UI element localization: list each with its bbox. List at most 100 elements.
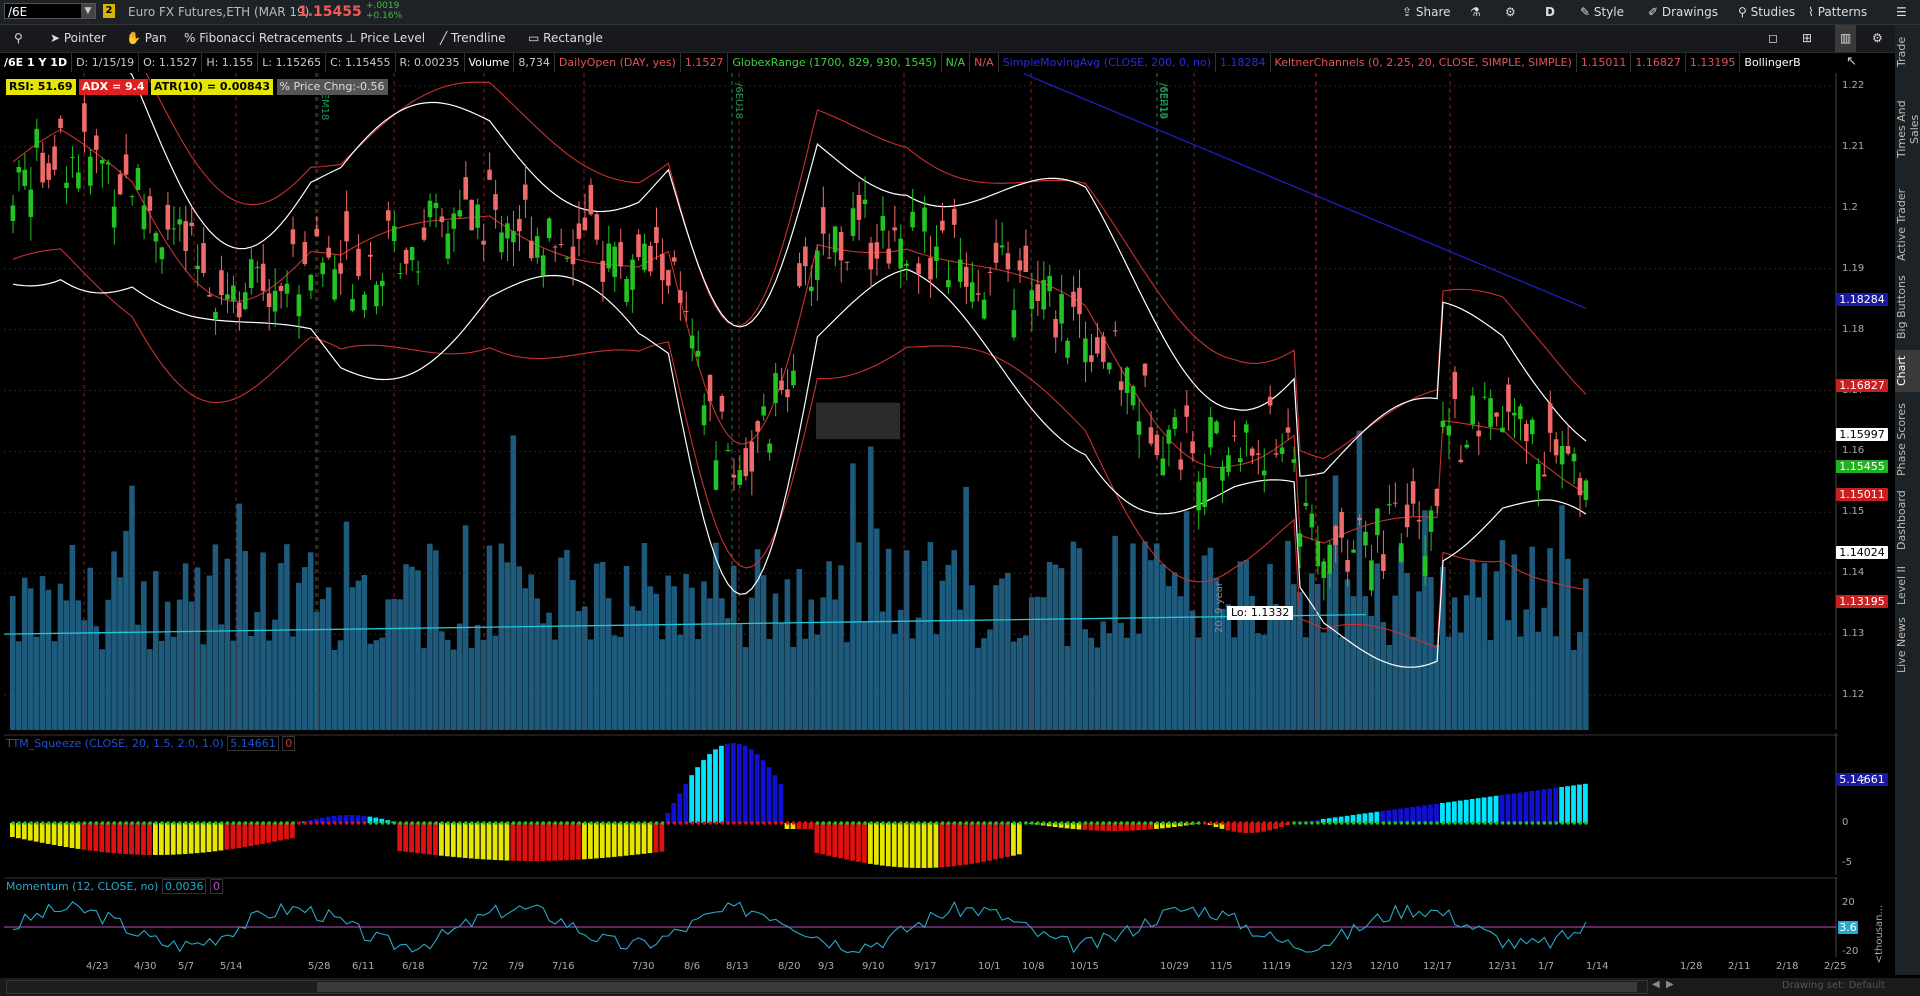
sma-study[interactable]: SimpleMovingAvg (CLOSE, 200, 0, no) — [999, 53, 1217, 72]
side-tab-phase-scores[interactable]: Phase Scores — [1895, 400, 1920, 480]
globex-na-2: N/A — [970, 53, 999, 72]
candle-body — [374, 284, 379, 307]
candle-body — [403, 249, 409, 264]
candle-body — [1160, 458, 1166, 476]
candle-body — [1255, 453, 1261, 455]
squeeze-dot — [577, 821, 581, 825]
volume-bar — [1034, 596, 1041, 730]
globex-na-1: N/A — [942, 53, 971, 72]
collapse-arrow-icon[interactable]: ↖ — [1846, 54, 1857, 69]
rectangle-tool[interactable]: ▭ Rectangle — [528, 25, 603, 52]
candle-body — [1017, 260, 1023, 271]
candle-body — [701, 405, 707, 426]
horizontal-scrollbar[interactable] — [6, 980, 1648, 994]
gear-icon[interactable]: ⚙ — [1505, 0, 1516, 24]
layout-all-icon[interactable]: ▥ — [1835, 25, 1857, 52]
pointer-tool[interactable]: ➤ Pointer — [50, 25, 106, 52]
candle-body — [1410, 481, 1416, 504]
squeeze-histogram-bar — [868, 823, 873, 864]
daily-open-study[interactable]: DailyOpen (DAY, yes) — [555, 53, 681, 72]
globex-range-study[interactable]: GlobexRange (1700, 829, 930, 1545) — [728, 53, 942, 72]
volume-bar — [367, 643, 374, 730]
volume-bar — [1535, 631, 1541, 730]
share-label: Share — [1415, 5, 1451, 19]
side-tab-times-and-sales[interactable]: Times And Sales — [1895, 84, 1920, 174]
flask-icon[interactable]: ⚗ — [1470, 0, 1481, 24]
volume-bar — [33, 636, 40, 730]
price-axis-label: 1.21 — [1842, 140, 1865, 152]
fibonacci-tool[interactable]: % Fibonacci Retracements — [184, 25, 343, 52]
volume-bar — [522, 588, 528, 730]
side-tab-trade[interactable]: Trade — [1895, 32, 1920, 72]
drawings-button[interactable]: ✐ Drawings — [1648, 0, 1718, 24]
scrollbar-thumb[interactable] — [317, 982, 1637, 992]
symbol-input[interactable]: /6E ▼ — [4, 3, 96, 19]
menu-icon[interactable]: ☰ — [1896, 0, 1907, 24]
candle-body — [58, 118, 63, 128]
grid-layout-icon[interactable]: ⊞ — [1802, 25, 1812, 52]
momentum-title[interactable]: Momentum (12, CLOSE, no) — [6, 880, 158, 893]
squeeze-dot — [1155, 821, 1159, 825]
squeeze-dot — [1500, 821, 1505, 825]
candle-body — [880, 216, 886, 231]
side-tab-chart[interactable]: Chart — [1895, 350, 1920, 392]
squeeze-histogram-bar — [719, 745, 724, 823]
link-group-badge[interactable]: 2 — [103, 4, 115, 18]
squeeze-dot — [1429, 821, 1433, 825]
studies-button[interactable]: ⚲ Studies — [1738, 0, 1795, 24]
volume-study-label[interactable]: Volume — [465, 53, 515, 72]
ttm-squeeze-chart[interactable] — [4, 733, 1838, 875]
side-tab-dashboard[interactable]: Dashboard — [1895, 488, 1920, 553]
keltner-study[interactable]: KeltnerChannels (0, 2.25, 20, CLOSE, SIM… — [1271, 53, 1577, 72]
squeeze-dot — [1131, 821, 1135, 825]
scroll-right-icon[interactable]: ▶ — [1666, 979, 1674, 990]
date-axis-label: 10/29 — [1160, 961, 1189, 972]
aggregation-button[interactable]: D — [1545, 0, 1555, 24]
squeeze-dot — [189, 821, 194, 825]
squeeze-dot — [505, 821, 510, 825]
volume-bar — [778, 622, 785, 730]
volume-bar — [873, 528, 880, 730]
squeeze-histogram-bar — [188, 823, 194, 854]
price-level-tool[interactable]: ⊥ Price Level — [346, 25, 425, 52]
scroll-left-icon[interactable]: ◀ — [1652, 979, 1660, 990]
pan-tool[interactable]: ✋ Pan — [126, 25, 166, 52]
drawing-set-label[interactable]: Drawing set: Default — [1782, 980, 1885, 991]
volume-bar — [546, 612, 552, 730]
candle-body — [141, 205, 147, 230]
squeeze-histogram-bar — [766, 767, 772, 823]
side-tab-level-ii[interactable]: Level II — [1895, 560, 1920, 610]
share-button[interactable]: ⇪ Share — [1402, 0, 1451, 24]
bollinger-study[interactable]: BollingerBands (CLOSE, 0, 20, -2.0, 2.0,… — [1740, 53, 1800, 72]
candle-body — [201, 243, 206, 274]
maximize-icon[interactable]: ◻ — [1768, 25, 1778, 52]
price-chart[interactable]: /6EM18/6EU18/6EZ18/6EH192019 year — [4, 73, 1838, 730]
squeeze-dot — [607, 821, 611, 825]
squeeze-histogram-bar — [439, 823, 444, 856]
date-axis-label: 8/13 — [726, 961, 749, 972]
squeeze-dot — [1083, 821, 1088, 825]
squeeze-dot — [261, 821, 266, 825]
chevron-down-icon[interactable]: ▼ — [81, 4, 95, 18]
settings-gear-icon[interactable]: ⚙ — [1872, 25, 1883, 52]
ttm-title[interactable]: TTM_Squeeze (CLOSE, 20, 1.5, 2.0, 1.0) — [6, 737, 224, 750]
candle-body — [773, 373, 778, 404]
volume-bar — [1136, 633, 1142, 730]
candle-body — [1559, 445, 1565, 465]
squeeze-histogram-bar — [510, 823, 516, 861]
momentum-chart[interactable] — [4, 877, 1838, 957]
squeeze-histogram-bar — [856, 823, 861, 862]
side-tab-big-buttons[interactable]: Big Buttons — [1895, 272, 1920, 342]
squeeze-dot — [285, 821, 289, 825]
squeeze-dot — [1018, 821, 1022, 825]
side-tab-active-trader[interactable]: Active Trader — [1895, 185, 1920, 265]
trendline-tool[interactable]: ╱ Trendline — [440, 25, 506, 52]
style-button[interactable]: ✎ Style — [1580, 0, 1624, 24]
patterns-button[interactable]: ⌇ Patterns — [1808, 0, 1867, 24]
squeeze-dot — [761, 821, 766, 825]
candle-body — [683, 311, 689, 313]
side-tab-live-news[interactable]: Live News — [1895, 615, 1920, 675]
squeeze-dot — [702, 821, 706, 825]
pin-icon[interactable]: ⚲ — [14, 25, 23, 52]
squeeze-histogram-bar — [689, 775, 695, 823]
